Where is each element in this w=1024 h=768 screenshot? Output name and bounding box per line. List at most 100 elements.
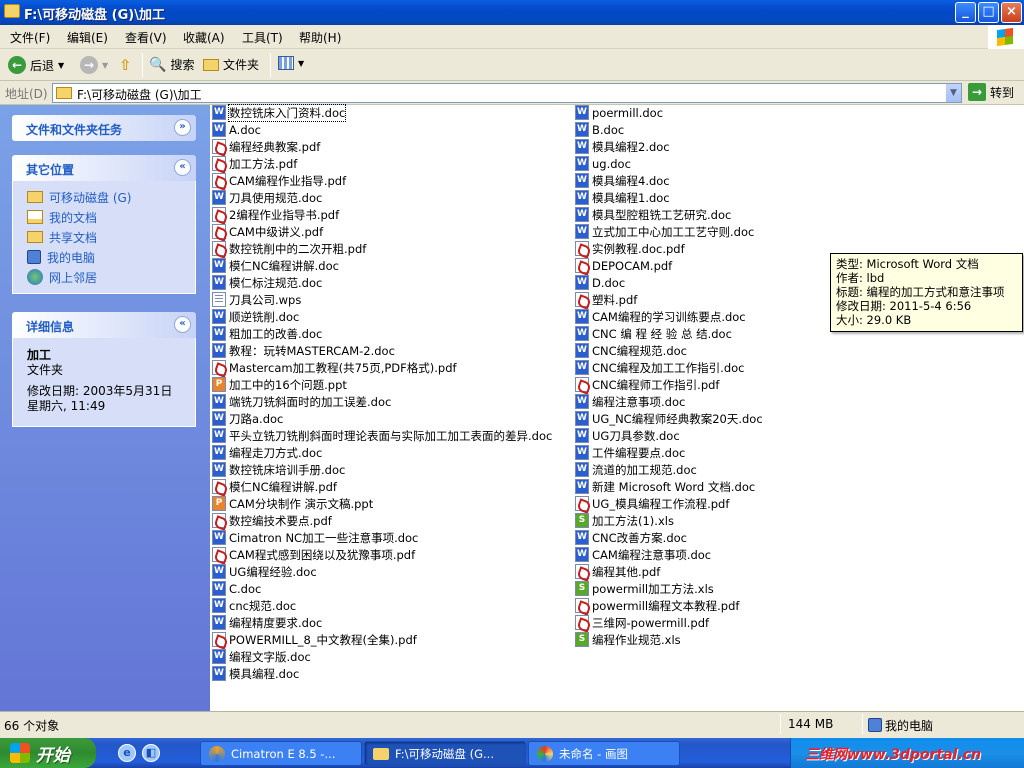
file-item[interactable]: 工件编程要点.doc — [575, 444, 685, 461]
address-input[interactable]: F:\可移动磁盘 (G)\加工 ▼ — [52, 83, 962, 103]
file-item[interactable]: 立式加工中心加工工艺守则.doc — [575, 223, 754, 240]
menu-file[interactable]: 文件(F) — [10, 29, 50, 46]
menu-edit[interactable]: 编辑(E) — [67, 29, 108, 46]
file-item[interactable]: 编程其他.pdf — [575, 563, 660, 580]
file-item[interactable]: 模具编程.doc — [212, 665, 299, 682]
file-item[interactable]: 加工方法(1).xls — [575, 512, 674, 529]
place-my-computer[interactable]: 我的电脑 — [13, 247, 195, 267]
menu-favorites[interactable]: 收藏(A) — [183, 29, 225, 46]
file-item[interactable]: 顺逆铣削.doc — [212, 308, 299, 325]
file-item[interactable]: 刀具公司.wps — [212, 291, 301, 308]
file-item[interactable]: poermill.doc — [575, 104, 663, 121]
file-item[interactable]: CAM中级讲义.pdf — [212, 223, 323, 240]
views-button[interactable]: ▼ — [278, 56, 304, 70]
place-removable-disk[interactable]: 可移动磁盘 (G) — [13, 187, 195, 207]
task-cimatron[interactable]: Cimatron E 8.5 -... — [200, 741, 362, 766]
file-item[interactable]: CAM程式感到困绕以及犹豫事项.pdf — [212, 546, 415, 563]
file-item[interactable]: 数控铣床入门资料.doc — [212, 103, 347, 122]
address-dropdown-icon[interactable]: ▼ — [945, 84, 961, 102]
file-item[interactable]: powermill编程文本教程.pdf — [575, 597, 739, 614]
ie-quicklaunch-icon[interactable]: e — [118, 744, 136, 762]
menu-help[interactable]: 帮助(H) — [299, 29, 341, 46]
file-item[interactable]: 粗加工的改善.doc — [212, 325, 322, 342]
back-button[interactable]: ← 后退 ▼ — [8, 56, 64, 74]
minimize-button[interactable]: _ — [955, 2, 976, 23]
file-item[interactable]: 模具编程1.doc — [575, 189, 670, 206]
file-item[interactable]: 2编程作业指导书.pdf — [212, 206, 339, 223]
file-item[interactable]: CAM编程作业指导.pdf — [212, 172, 346, 189]
expand-chevron-icon[interactable]: » — [174, 119, 191, 136]
collapse-chevron-icon[interactable]: « — [174, 316, 191, 333]
place-shared-documents[interactable]: 共享文档 — [13, 227, 195, 247]
file-item[interactable]: CNC编程及加工工作指引.doc — [575, 359, 744, 376]
file-item[interactable]: CNC编程师工作指引.pdf — [575, 376, 719, 393]
forward-button[interactable]: → ▼ — [80, 56, 108, 74]
file-item[interactable]: CNC改善方案.doc — [575, 529, 687, 546]
file-item[interactable]: 编程作业规范.xls — [575, 631, 681, 648]
file-item[interactable]: 端铣刀铣斜面时的加工误差.doc — [212, 393, 391, 410]
file-item[interactable]: CAM分块制作 演示文稿.ppt — [212, 495, 373, 512]
file-item[interactable]: CAM编程的学习训练要点.doc — [575, 308, 746, 325]
file-item[interactable]: 实例教程.doc.pdf — [575, 240, 685, 257]
up-button[interactable]: ⇧ — [119, 56, 132, 74]
file-item[interactable]: ug.doc — [575, 155, 631, 172]
file-item[interactable]: 模具型腔粗铣工艺研究.doc — [575, 206, 731, 223]
file-item[interactable]: DEPOCAM.pdf — [575, 257, 672, 274]
menu-view[interactable]: 查看(V) — [125, 29, 167, 46]
file-item[interactable]: UG刀具参数.doc — [575, 427, 680, 444]
task-explorer[interactable]: F:\可移动磁盘 (G... — [364, 741, 526, 766]
file-item[interactable]: 加工方法.pdf — [212, 155, 297, 172]
file-item[interactable]: 编程经典教案.pdf — [212, 138, 320, 155]
tasks-panel-header[interactable]: 文件和文件夹任务 » — [12, 115, 196, 141]
file-item[interactable]: D.doc — [575, 274, 625, 291]
place-network[interactable]: 网上邻居 — [13, 267, 195, 287]
folders-button[interactable]: 文件夹 — [203, 56, 259, 73]
file-item[interactable]: 模仁NC编程讲解.doc — [212, 257, 339, 274]
file-item[interactable]: UG_模具编程工作流程.pdf — [575, 495, 729, 512]
details-panel-header[interactable]: 详细信息 « — [12, 312, 196, 338]
file-item[interactable]: 流道的加工规范.doc — [575, 461, 697, 478]
file-item[interactable]: UG_NC编程师经典教案20天.doc — [575, 410, 763, 427]
file-item[interactable]: CNC编程规范.doc — [575, 342, 687, 359]
back-dropdown-icon[interactable]: ▼ — [58, 61, 64, 70]
file-item[interactable]: B.doc — [575, 121, 624, 138]
menu-tools[interactable]: 工具(T) — [242, 29, 283, 46]
task-paint[interactable]: 未命名 - 画图 — [528, 741, 680, 766]
file-item[interactable]: 编程文字版.doc — [212, 648, 311, 665]
file-item[interactable]: 塑料.pdf — [575, 291, 637, 308]
file-item[interactable]: CNC 编 程 经 验 总 结.doc — [575, 325, 732, 342]
file-item[interactable]: 刀路a.doc — [212, 410, 283, 427]
file-item[interactable]: POWERMILL_8_中文教程(全集).pdf — [212, 631, 417, 648]
file-item[interactable]: 新建 Microsoft Word 文档.doc — [575, 478, 755, 495]
file-item[interactable]: 模具编程2.doc — [575, 138, 670, 155]
file-item[interactable]: 三维网-powermill.pdf — [575, 614, 709, 631]
close-button[interactable]: × — [1001, 2, 1022, 23]
place-my-documents[interactable]: 我的文档 — [13, 207, 195, 227]
file-item[interactable]: cnc规范.doc — [212, 597, 296, 614]
file-item[interactable]: 刀具使用规范.doc — [212, 189, 322, 206]
file-item[interactable]: UG编程经验.doc — [212, 563, 317, 580]
file-item[interactable]: Cimatron NC加工一些注意事项.doc — [212, 529, 418, 546]
file-item[interactable]: powermill加工方法.xls — [575, 580, 714, 597]
file-item[interactable]: 编程精度要求.doc — [212, 614, 322, 631]
file-item[interactable]: Mastercam加工教程(共75页,PDF格式).pdf — [212, 359, 457, 376]
go-button[interactable]: → 转到 — [968, 83, 1014, 101]
file-item[interactable]: CAM编程注意事项.doc — [575, 546, 711, 563]
file-item[interactable]: 加工中的16个问题.ppt — [212, 376, 347, 393]
collapse-chevron-icon[interactable]: « — [174, 159, 191, 176]
desktop-quicklaunch-icon[interactable]: ◧ — [142, 744, 160, 762]
places-panel-header[interactable]: 其它位置 « — [12, 155, 196, 181]
file-item[interactable]: 数控铣床培训手册.doc — [212, 461, 345, 478]
file-item[interactable]: 编程注意事项.doc — [575, 393, 685, 410]
file-item[interactable]: 模具编程4.doc — [575, 172, 670, 189]
file-item[interactable]: 数控铣削中的二次开粗.pdf — [212, 240, 366, 257]
file-item[interactable]: 编程走刀方式.doc — [212, 444, 322, 461]
file-item[interactable]: 数控编技术要点.pdf — [212, 512, 332, 529]
search-button[interactable]: 🔍 搜索 — [149, 56, 194, 73]
file-item[interactable]: 模仁标注规范.doc — [212, 274, 322, 291]
file-item[interactable]: 模仁NC编程讲解.pdf — [212, 478, 337, 495]
file-item[interactable]: A.doc — [212, 121, 261, 138]
file-item[interactable]: 平头立铣刀铣削斜面时理论表面与实际加工加工表面的差异.doc — [212, 427, 552, 444]
file-item[interactable]: C.doc — [212, 580, 261, 597]
start-button[interactable]: 开始 — [0, 738, 96, 768]
